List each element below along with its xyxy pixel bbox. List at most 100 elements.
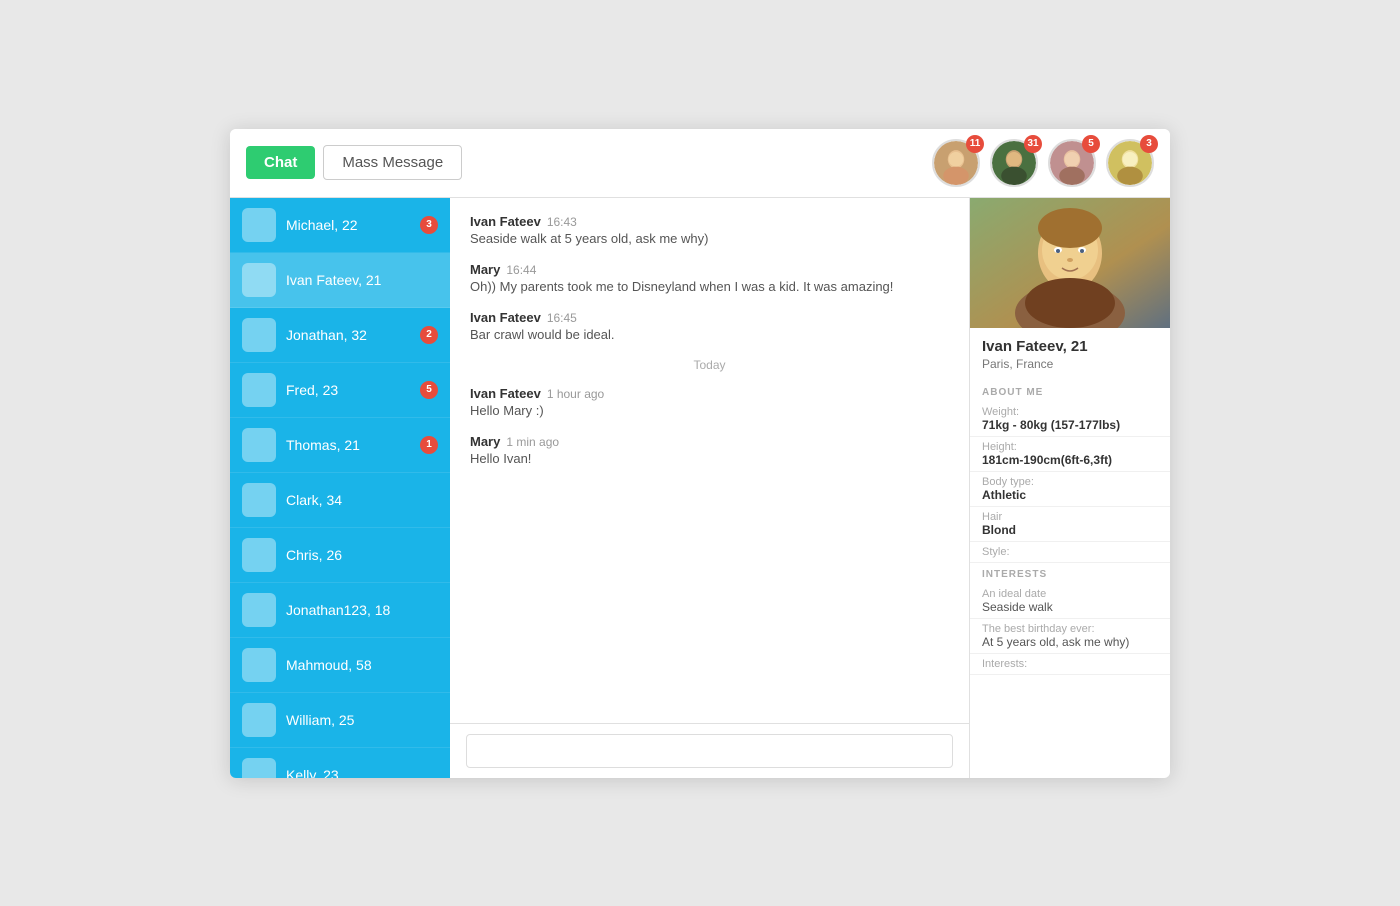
contact-avatar (242, 483, 276, 517)
app-container: Chat Mass Message 11 (230, 129, 1170, 778)
contact-badge: 5 (420, 381, 438, 399)
avatar-1[interactable]: 11 (932, 139, 980, 187)
profile-field-value: Athletic (982, 488, 1158, 502)
message-text: Hello Mary :) (470, 403, 949, 418)
avatar-1-badge: 11 (966, 135, 984, 153)
contact-avatar (242, 538, 276, 572)
message-sender-line: Mary16:44 (470, 262, 949, 277)
message-block: Mary1 min agoHello Ivan! (470, 434, 949, 466)
contact-item[interactable]: Fred, 235 (230, 363, 450, 418)
contact-item[interactable]: Jonathan, 322 (230, 308, 450, 363)
profile-field-label: Height: (982, 441, 1158, 453)
header-avatars: 11 31 (932, 139, 1154, 187)
contact-avatar (242, 593, 276, 627)
contact-name: William, 25 (286, 712, 438, 728)
message-block: Ivan Fateev1 hour ago Hello Mary :) (470, 386, 949, 418)
profile-field: Weight:71kg - 80kg (157-177lbs) (970, 402, 1170, 437)
profile-field-label: Style: (982, 546, 1158, 558)
profile-interest-field: The best birthday ever:At 5 years old, a… (970, 619, 1170, 654)
sender-time: 16:45 (547, 311, 577, 325)
avatar-2-badge: 31 (1024, 135, 1042, 153)
sender-name: Ivan Fateev (470, 386, 541, 401)
message-sender-line: Ivan Fateev 16:43 (470, 214, 949, 229)
main-layout: Michael, 223Ivan Fateev, 21Jonathan, 322… (230, 198, 1170, 778)
contact-name: Fred, 23 (286, 382, 420, 398)
contact-avatar (242, 648, 276, 682)
mass-message-button[interactable]: Mass Message (323, 145, 462, 180)
contact-avatar (242, 428, 276, 462)
contact-name: Clark, 34 (286, 492, 438, 508)
sender-name: Mary (470, 434, 500, 449)
profile-interest-label: The best birthday ever: (982, 623, 1158, 635)
contact-name: Jonathan123, 18 (286, 602, 438, 618)
date-separator: Today (470, 358, 949, 372)
profile-interest-value: At 5 years old, ask me why) (982, 635, 1158, 649)
contact-badge: 1 (420, 436, 438, 454)
contact-avatar (242, 263, 276, 297)
sender-name: Mary (470, 262, 500, 277)
message-sender-line: Ivan Fateev1 hour ago (470, 386, 949, 401)
contact-item[interactable]: Jonathan123, 18 (230, 583, 450, 638)
contact-name: Mahmoud, 58 (286, 657, 438, 673)
chat-button[interactable]: Chat (246, 146, 315, 179)
profile-field-value: 181cm-190cm(6ft-6,3ft) (982, 453, 1158, 467)
profile-interest-field: An ideal dateSeaside walk (970, 584, 1170, 619)
profile-field-value: 71kg - 80kg (157-177lbs) (982, 418, 1158, 432)
contact-item[interactable]: Mahmoud, 58 (230, 638, 450, 693)
sender-name: Ivan Fateev (470, 310, 541, 325)
message-sender-line: Ivan Fateev 16:45 (470, 310, 949, 325)
chat-input[interactable] (466, 734, 953, 768)
profile-photo (970, 198, 1170, 328)
chat-messages: Ivan Fateev 16:43 Seaside walk at 5 years … (450, 198, 969, 723)
header: Chat Mass Message 11 (230, 129, 1170, 198)
profile-field-label: Weight: (982, 406, 1158, 418)
profile-field: HairBlond (970, 507, 1170, 542)
profile-location: Paris, France (970, 357, 1170, 381)
avatar-4[interactable]: 3 (1106, 139, 1154, 187)
profile-name: Ivan Fateev, 21 (970, 328, 1170, 357)
contact-name: Kelly, 23 (286, 767, 438, 778)
profile-field-label: Body type: (982, 476, 1158, 488)
contact-item[interactable]: William, 25 (230, 693, 450, 748)
profile-fields: Weight:71kg - 80kg (157-177lbs)Height:18… (970, 402, 1170, 563)
profile-panel: Ivan Fateev, 21 Paris, France ABOUT ME W… (970, 198, 1170, 778)
message-text: Seaside walk at 5 years old, ask me why) (470, 231, 949, 246)
contact-name: Chris, 26 (286, 547, 438, 563)
about-me-title: ABOUT ME (970, 381, 1170, 402)
contact-avatar (242, 703, 276, 737)
avatar-2[interactable]: 31 (990, 139, 1038, 187)
chat-area: Ivan Fateev 16:43 Seaside walk at 5 years … (450, 198, 970, 778)
sidebar: Michael, 223Ivan Fateev, 21Jonathan, 322… (230, 198, 450, 778)
contact-badge: 3 (420, 216, 438, 234)
sender-time: 1 min ago (506, 435, 559, 449)
profile-field: Height:181cm-190cm(6ft-6,3ft) (970, 437, 1170, 472)
profile-field-value: Blond (982, 523, 1158, 537)
contact-item[interactable]: Kelly, 23 (230, 748, 450, 778)
profile-field: Body type:Athletic (970, 472, 1170, 507)
contact-badge: 2 (420, 326, 438, 344)
contact-avatar (242, 208, 276, 242)
avatar-3-badge: 5 (1082, 135, 1100, 153)
sender-name: Ivan Fateev (470, 214, 541, 229)
sender-time: 16:43 (547, 215, 577, 229)
profile-interest-label: An ideal date (982, 588, 1158, 600)
contact-item[interactable]: Clark, 34 (230, 473, 450, 528)
profile-field-label: Hair (982, 511, 1158, 523)
interests-title: INTERESTS (970, 563, 1170, 584)
profile-interest-value: Seaside walk (982, 600, 1158, 614)
message-text: Oh)) My parents took me to Disneyland wh… (470, 279, 949, 294)
message-block: Ivan Fateev 16:43 Seaside walk at 5 years … (470, 214, 949, 246)
profile-interests: An ideal dateSeaside walkThe best birthd… (970, 584, 1170, 675)
contact-item[interactable]: Chris, 26 (230, 528, 450, 583)
contact-item[interactable]: Thomas, 211 (230, 418, 450, 473)
message-text: Bar crawl would be ideal. (470, 327, 949, 342)
contact-item[interactable]: Ivan Fateev, 21 (230, 253, 450, 308)
contact-avatar (242, 758, 276, 778)
contact-avatar (242, 318, 276, 352)
profile-interest-label: Interests: (982, 658, 1158, 670)
contact-item[interactable]: Michael, 223 (230, 198, 450, 253)
avatar-3[interactable]: 5 (1048, 139, 1096, 187)
profile-field: Style: (970, 542, 1170, 563)
avatar-4-badge: 3 (1140, 135, 1158, 153)
contact-name: Michael, 22 (286, 217, 420, 233)
